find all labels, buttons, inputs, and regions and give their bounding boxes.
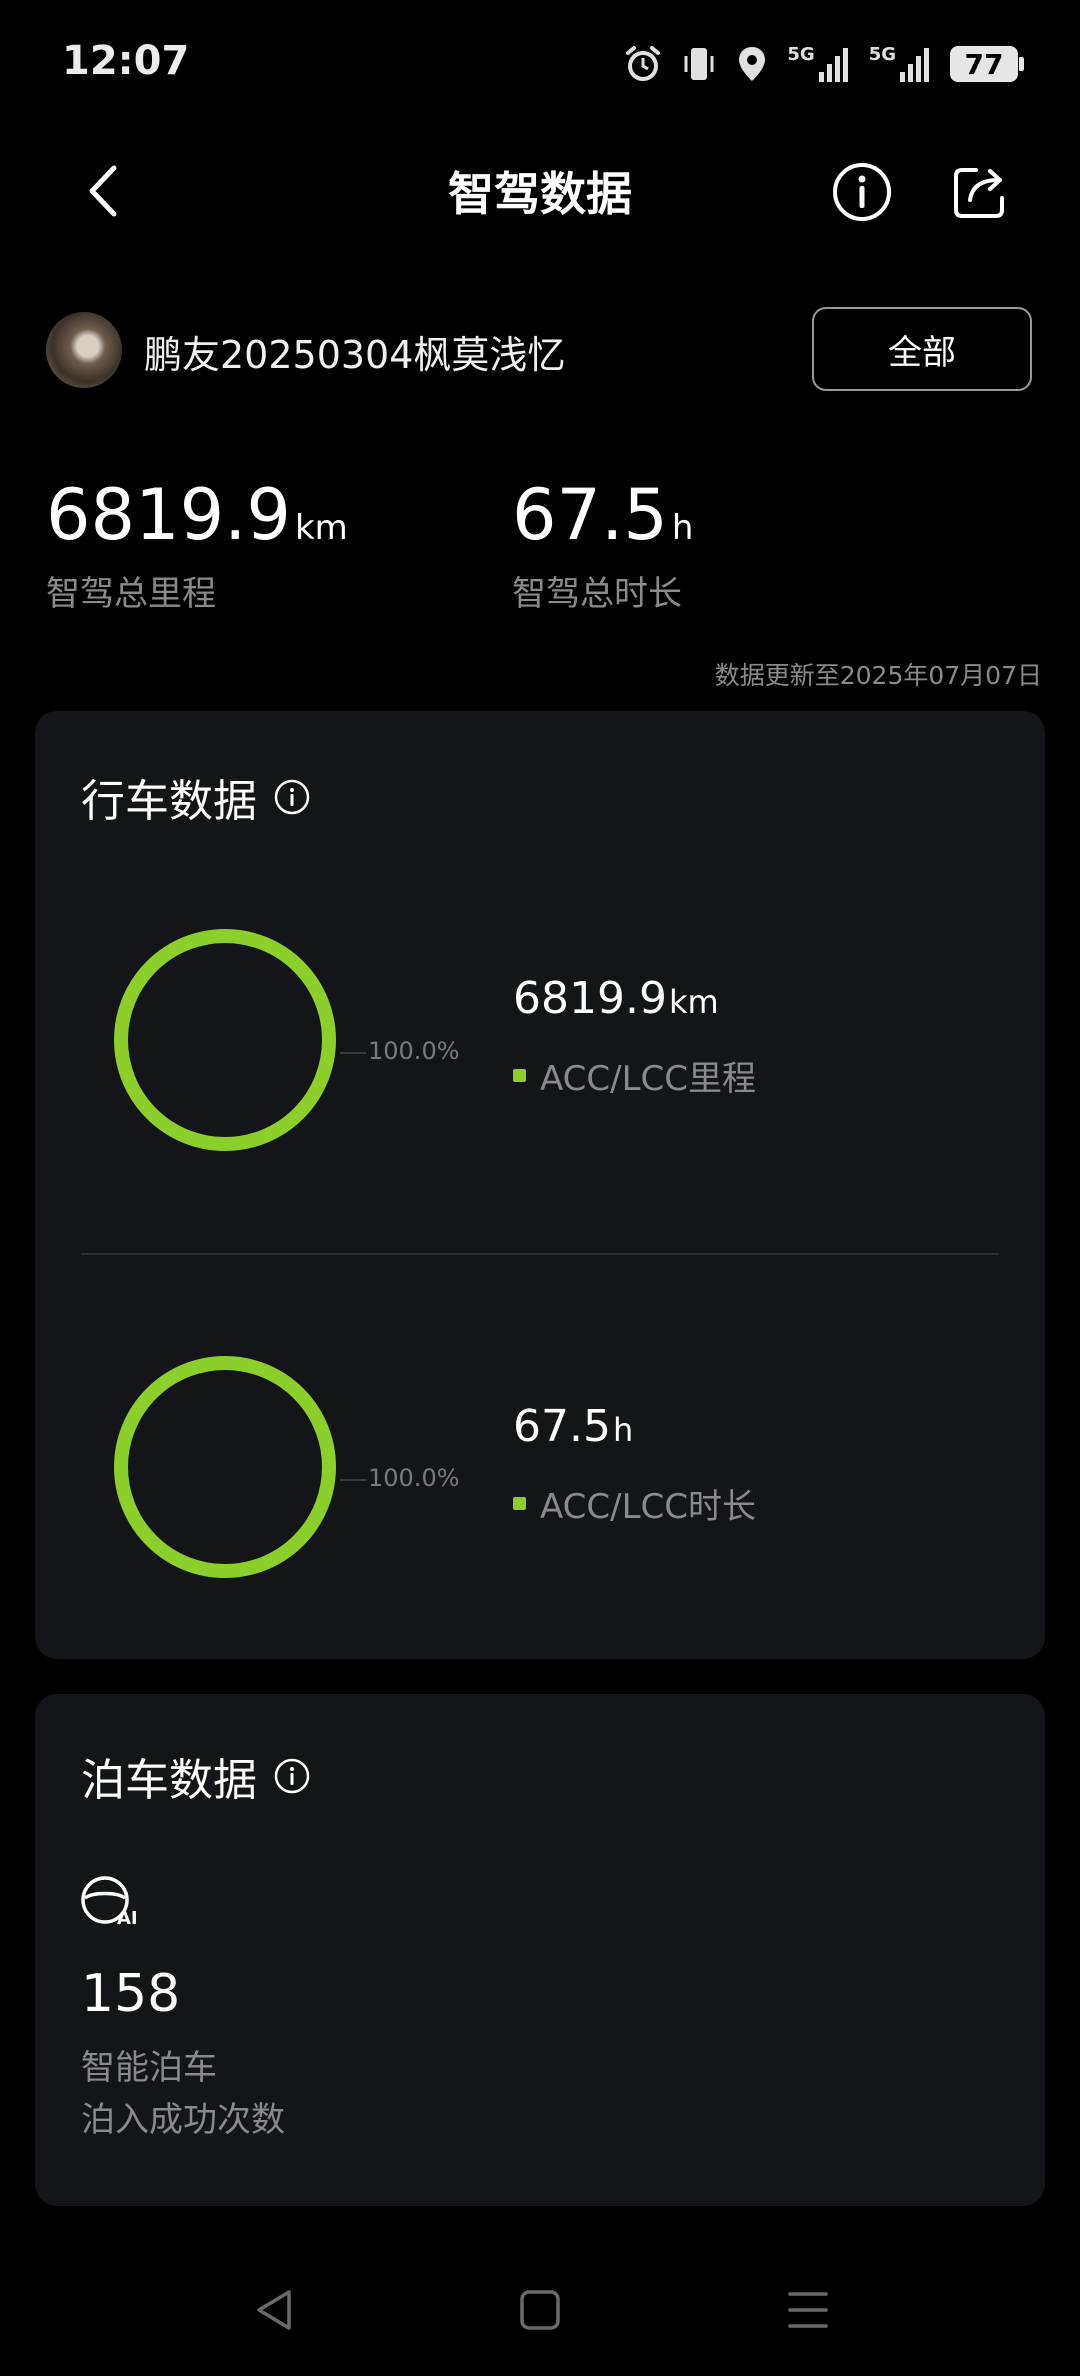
parking-info-icon[interactable] (273, 1757, 311, 1795)
duration-leader-line (340, 1479, 366, 1481)
mileage-donut-ring (114, 929, 336, 1151)
total-time-unit: h (671, 508, 694, 548)
mileage-donut-chart (114, 929, 336, 1151)
mileage-value: 6819.9 (513, 973, 667, 1024)
total-time-label: 智驾总时长 (512, 574, 682, 614)
signal-5g-2: 5G (869, 44, 932, 84)
duration-unit: h (612, 1411, 634, 1449)
parking-data-card: 泊车数据 AI 158 智能泊车 泊入成功次数 (35, 1694, 1045, 2206)
mileage-value-row: 6819.9km (513, 973, 719, 1024)
duration-donut-chart (114, 1356, 336, 1578)
mileage-leader-line (340, 1052, 366, 1054)
ai-steering-wheel-icon: AI (81, 1876, 138, 1926)
total-distance-unit: km (294, 508, 348, 548)
signal-5g-1: 5G (787, 44, 850, 84)
parking-card-title: 泊车数据 (81, 1755, 257, 1806)
alarm-icon (626, 46, 661, 81)
nav-home-button[interactable] (510, 2280, 570, 2340)
mileage-unit: km (668, 983, 719, 1021)
mileage-legend: ACC/LCC里程 (513, 1051, 756, 1100)
duration-legend: ACC/LCC时长 (513, 1479, 756, 1528)
driving-info-icon[interactable] (273, 778, 311, 816)
card-divider (81, 1253, 999, 1255)
data-updated-text: 数据更新至2025年07月07日 (714, 661, 1042, 690)
nav-menu-button[interactable] (778, 2280, 838, 2340)
legend-swatch (513, 1497, 526, 1510)
total-time-value: 67.5 (512, 474, 668, 556)
battery-indicator: 77 (950, 46, 1024, 82)
legend-swatch (513, 1069, 526, 1082)
duration-legend-label: ACC/LCC时长 (540, 1487, 757, 1527)
total-distance-value: 6819.9 (46, 474, 291, 556)
share-button[interactable] (948, 160, 1012, 224)
parking-label-line1: 智能泊车 (81, 2048, 217, 2088)
driving-data-card: 行车数据 100.0% 6819.9km ACC/LCC里程 100.0% 67… (35, 711, 1045, 1659)
total-time: 67.5 h (512, 474, 693, 556)
driving-card-title-row: 行车数据 (81, 765, 311, 829)
nav-back-button[interactable] (245, 2280, 305, 2340)
total-distance-label: 智驾总里程 (46, 574, 216, 614)
page-title: 智驾数据 (448, 167, 632, 221)
status-time: 12:07 (62, 38, 190, 84)
duration-value: 67.5 (513, 1401, 611, 1452)
signal-5g-label: 5G (787, 44, 815, 65)
svg-text:AI: AI (117, 1908, 138, 1926)
filter-all-button[interactable]: 全部 (812, 307, 1032, 391)
status-icons: 5G 5G 77 (623, 40, 1024, 88)
mileage-legend-label: ACC/LCC里程 (540, 1059, 757, 1099)
duration-donut-ring (114, 1356, 336, 1578)
signal-5g-label: 5G (868, 44, 896, 65)
signal-bars-icon (900, 48, 929, 82)
duration-value-row: 67.5h (513, 1401, 633, 1452)
info-button[interactable] (830, 160, 894, 224)
total-distance: 6819.9 km (46, 474, 348, 556)
signal-bars-icon (818, 48, 848, 82)
duration-percent-label: 100.0% (368, 1464, 460, 1492)
avatar[interactable] (46, 312, 122, 388)
driving-card-title: 行车数据 (81, 776, 257, 827)
vibrate-icon (684, 48, 714, 80)
parking-label-line2: 泊入成功次数 (81, 2100, 285, 2140)
location-icon (739, 47, 766, 81)
mileage-percent-label: 100.0% (368, 1037, 460, 1065)
parking-count-value: 158 (81, 1964, 181, 2024)
parking-card-title-row: 泊车数据 (81, 1744, 311, 1808)
username: 鹏友20250304枫莫浅忆 (144, 333, 566, 377)
